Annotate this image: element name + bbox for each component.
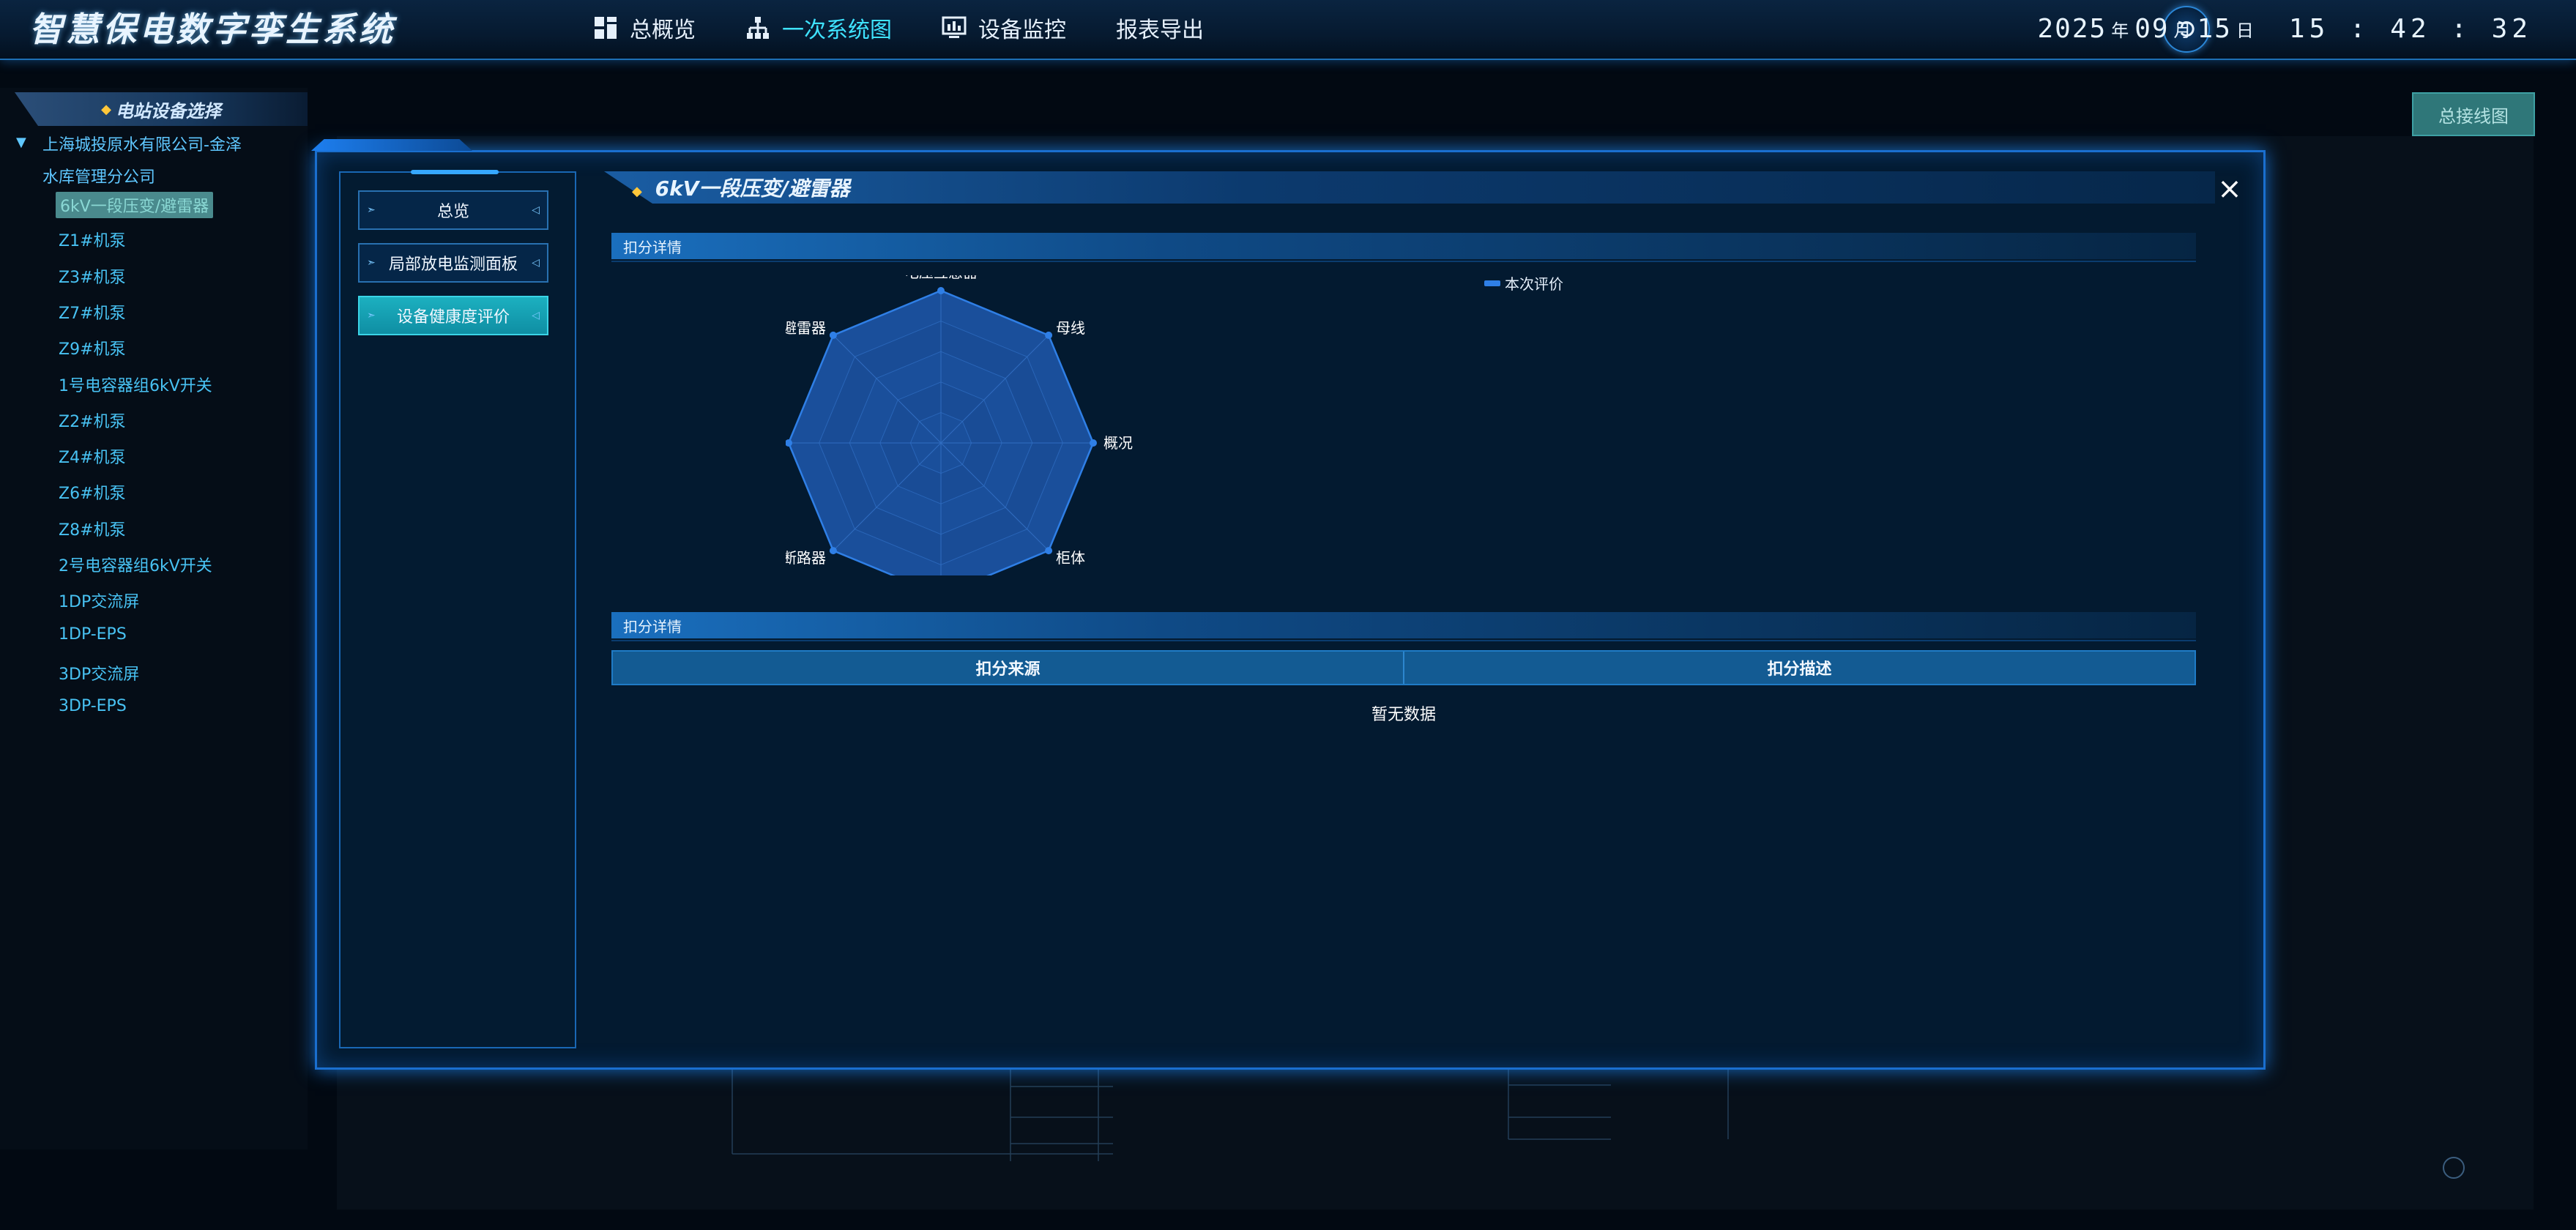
tree-item[interactable]: Z4#机泵 xyxy=(59,444,126,468)
modal-title-text: 6kV一段压变/避雷器 xyxy=(655,176,850,201)
radar-indicator-label: 母线 xyxy=(1056,319,1085,337)
close-icon: × xyxy=(2217,172,2242,206)
tree-item[interactable]: 1号电容器组6kV开关 xyxy=(59,373,212,396)
modal-side-menu: ➣ 总览 ◁ ➣ 局部放电监测面板 ◁ ➣ 设备健康度评价 ◁ xyxy=(339,170,576,1048)
diamond-icon: ◆ xyxy=(101,101,111,117)
tree-item[interactable]: Z6#机泵 xyxy=(59,480,126,504)
close-button[interactable]: × xyxy=(2215,174,2244,204)
tree-item[interactable]: 1DP交流屏 xyxy=(59,589,139,612)
column-header-description: 扣分描述 xyxy=(1403,652,2195,684)
panel-header: ◆ 电站设备选择 xyxy=(15,92,308,126)
double-arrow-icon: ◁ xyxy=(532,257,540,269)
nav-device-monitor[interactable]: 设备监控 xyxy=(942,12,1066,44)
tree-item[interactable]: Z1#机泵 xyxy=(59,228,126,251)
date-day: 15 xyxy=(2197,13,2232,44)
side-button-partial-discharge[interactable]: ➣ 局部放电监测面板 ◁ xyxy=(358,243,548,283)
datetime-display: 2025 年 09 月 15 日 15 : 42 : 32 xyxy=(2037,10,2532,47)
tree-item[interactable]: 3DP交流屏 xyxy=(59,661,139,685)
nav-report-export[interactable]: 报表导出 xyxy=(1116,12,1204,44)
day-unit: 日 xyxy=(2236,20,2255,41)
nav-report-export-label: 报表导出 xyxy=(1116,18,1204,43)
app-title: 智慧保电数字孪生系统 xyxy=(29,10,395,49)
radar-point[interactable] xyxy=(829,331,837,339)
radar-point[interactable] xyxy=(937,287,945,294)
tree-item[interactable]: 2号电容器组6kV开关 xyxy=(59,553,212,576)
nav-primary-diagram[interactable]: 一次系统图 xyxy=(745,12,892,44)
date-year: 2025 xyxy=(2037,13,2107,44)
year-unit: 年 xyxy=(2111,20,2131,41)
side-button-label: 设备健康度评价 xyxy=(396,308,510,327)
dashboard-icon xyxy=(593,15,618,40)
section-title: 扣分详情 xyxy=(623,238,682,256)
nav-overview[interactable]: 总概览 xyxy=(593,12,696,44)
side-button-health-evaluation[interactable]: ➣ 设备健康度评价 ◁ xyxy=(358,296,548,335)
column-header-source: 扣分来源 xyxy=(975,660,1041,679)
legend-swatch xyxy=(1484,280,1500,286)
double-arrow-icon: ◁ xyxy=(532,204,540,216)
side-button-overview[interactable]: ➣ 总览 ◁ xyxy=(358,190,548,230)
side-button-label: 局部放电监测面板 xyxy=(388,256,518,274)
hierarchy-icon xyxy=(745,15,770,40)
radar-point[interactable] xyxy=(829,547,837,555)
empty-table-message: 暂无数据 xyxy=(1371,706,1436,724)
section-underline xyxy=(611,261,2196,262)
tree-expand-icon[interactable]: ▼ xyxy=(16,135,26,150)
double-arrow-icon: ➣ xyxy=(367,310,376,321)
double-arrow-icon: ◁ xyxy=(532,310,540,321)
section-header-score-details-2: 扣分详情 xyxy=(611,612,2196,641)
radar-indicator-label: 柜体 xyxy=(1056,549,1085,567)
section-header-score-details: 扣分详情 xyxy=(611,233,2196,262)
month-unit: 月 xyxy=(2173,20,2193,41)
chart-legend[interactable]: 本次评价 xyxy=(1484,272,1563,294)
device-select-panel: ◆ 电站设备选择 ▼ 上海城投原水有限公司-金泽 水库管理分公司 6kV一段压变… xyxy=(0,88,308,1149)
radar-point[interactable] xyxy=(1045,547,1053,555)
tree-item[interactable]: Z8#机泵 xyxy=(59,517,126,540)
nav-overview-label: 总概览 xyxy=(630,18,696,43)
tree-root-node-line2[interactable]: 水库管理分公司 xyxy=(42,164,155,187)
tree-item[interactable]: Z7#机泵 xyxy=(59,300,126,324)
radar-indicator-label: 避雷器 xyxy=(786,319,826,337)
section-underline xyxy=(611,640,2196,641)
radar-indicator-label: 电压互感器 xyxy=(904,275,978,281)
radar-point[interactable] xyxy=(1090,439,1097,447)
tree-item[interactable]: 6kV一段压变/避雷器 xyxy=(56,192,214,218)
score-table-header: 扣分来源 扣分描述 xyxy=(611,650,2196,685)
radar-indicator-label: 概况 xyxy=(1103,434,1133,452)
modal-corner-decoration xyxy=(311,139,472,151)
double-arrow-icon: ➣ xyxy=(367,204,376,216)
download-icon[interactable] xyxy=(2443,1157,2465,1179)
date-month: 09 xyxy=(2134,13,2170,44)
tree-item[interactable]: 1DP-EPS xyxy=(59,625,127,644)
diamond-icon: ◆ xyxy=(632,184,642,199)
health-radar-chart: 电压互感器母线概况柜体电流互感器断路器柜内干式站用变避雷器 xyxy=(786,275,1133,575)
radar-indicator-label: 断路器 xyxy=(786,549,826,567)
monitor-chart-icon xyxy=(942,15,967,40)
clock-time: 15 : 42 : 32 xyxy=(2288,13,2532,44)
tree-root-node[interactable]: 上海城投原水有限公司-金泽 xyxy=(42,132,242,155)
tree-item[interactable]: Z9#机泵 xyxy=(59,336,126,359)
tree-item[interactable]: 3DP-EPS xyxy=(59,697,127,715)
main-nav: 总概览 一次系统图 设备监控 报表导出 xyxy=(593,0,1254,56)
tree-item[interactable]: Z3#机泵 xyxy=(59,264,126,288)
device-detail-modal: ➣ 总览 ◁ ➣ 局部放电监测面板 ◁ ➣ 设备健康度评价 ◁ ◆ 6kV一段压… xyxy=(311,139,2266,1070)
double-arrow-icon: ➣ xyxy=(367,257,376,269)
main-wiring-diagram-button[interactable]: 总接线图 xyxy=(2412,92,2535,136)
tree-item[interactable]: Z2#机泵 xyxy=(59,409,126,432)
section-title: 扣分详情 xyxy=(623,617,682,636)
legend-label: 本次评价 xyxy=(1505,275,1563,293)
radar-point[interactable] xyxy=(1045,331,1053,339)
side-menu-glow xyxy=(411,170,499,174)
nav-device-monitor-label: 设备监控 xyxy=(978,18,1066,43)
panel-header-label: 电站设备选择 xyxy=(115,100,221,122)
modal-title: ◆ 6kV一段压变/避雷器 xyxy=(632,173,850,202)
side-button-label: 总览 xyxy=(436,203,469,221)
top-header: 智慧保电数字孪生系统 总概览 一次系统图 设备监控 报表导出 2025 年 09… xyxy=(0,0,2576,60)
nav-primary-diagram-label: 一次系统图 xyxy=(782,18,892,43)
